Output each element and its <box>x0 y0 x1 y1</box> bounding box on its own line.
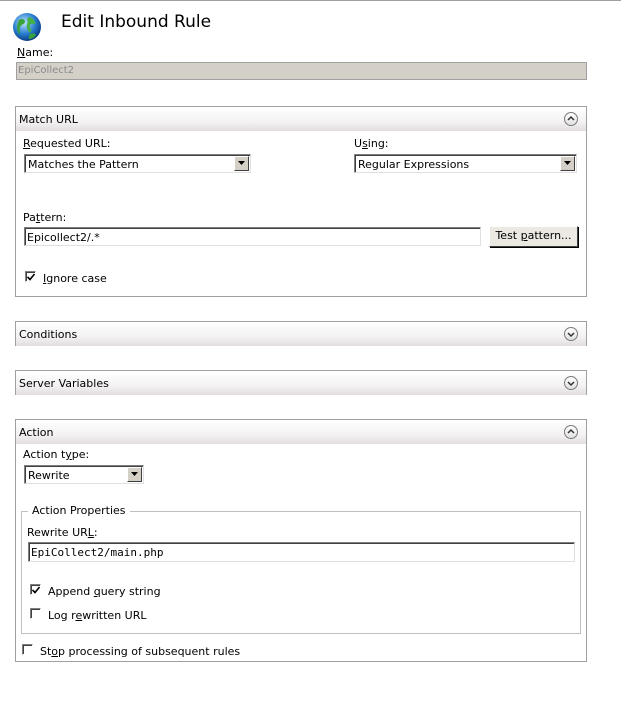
log-rewritten-url-checkbox[interactable] <box>30 608 41 619</box>
action-header[interactable]: Action <box>16 420 586 444</box>
dropdown-arrow-icon[interactable] <box>127 467 142 482</box>
match-url-header[interactable]: Match URL <box>16 107 586 131</box>
action-panel: Action Action type: Rewrite Action Prope… <box>15 419 587 662</box>
ignore-case-checkbox[interactable] <box>25 271 36 282</box>
name-field[interactable]: EpiCollect2 <box>16 62 587 80</box>
server-variables-panel[interactable]: Server Variables <box>15 370 587 395</box>
requested-url-label: Requested URL: <box>23 137 111 150</box>
collapse-chevron-icon[interactable] <box>564 425 578 439</box>
action-type-label: Action type: <box>23 448 90 461</box>
pattern-input[interactable]: Epicollect2/.* <box>24 227 481 246</box>
requested-url-select[interactable]: Matches the Pattern <box>24 154 251 173</box>
name-label: Name: <box>17 46 54 59</box>
rewrite-url-label: Rewrite URL: <box>27 526 98 539</box>
append-query-string-checkbox[interactable] <box>30 584 41 595</box>
pattern-label: Pattern: <box>23 211 67 224</box>
stop-processing-checkbox[interactable] <box>22 644 33 655</box>
checkmark-icon <box>32 586 40 594</box>
action-type-select[interactable]: Rewrite <box>24 465 144 484</box>
action-properties-group: Action Properties Rewrite URL: EpiCollec… <box>21 504 581 634</box>
expand-chevron-icon[interactable] <box>564 376 578 390</box>
match-url-panel: Match URL Requested URL: Matches the Pat… <box>15 106 587 297</box>
stop-processing-label[interactable]: Stop processing of subsequent rules <box>40 645 240 658</box>
expand-chevron-icon[interactable] <box>564 327 578 341</box>
conditions-header[interactable]: Conditions <box>16 322 586 346</box>
action-title: Action <box>19 426 54 439</box>
dropdown-arrow-icon[interactable] <box>234 156 249 171</box>
ignore-case-label[interactable]: Ignore case <box>43 272 107 285</box>
page-title: Edit Inbound Rule <box>61 12 212 32</box>
test-pattern-button[interactable]: Test pattern... <box>489 226 578 247</box>
rewrite-url-input[interactable]: EpiCollect2/main.php <box>28 542 575 562</box>
append-query-string-label[interactable]: Append query string <box>48 585 161 598</box>
conditions-title: Conditions <box>19 328 78 341</box>
using-select[interactable]: Regular Expressions <box>354 154 577 173</box>
dropdown-arrow-icon[interactable] <box>560 156 575 171</box>
server-variables-title: Server Variables <box>19 377 109 390</box>
log-rewritten-url-label[interactable]: Log rewritten URL <box>48 609 146 622</box>
using-label: Using: <box>354 137 389 150</box>
action-properties-legend: Action Properties <box>28 504 130 517</box>
server-variables-header[interactable]: Server Variables <box>16 371 586 395</box>
checkmark-icon <box>27 273 35 281</box>
collapse-chevron-icon[interactable] <box>564 112 578 126</box>
window-top-border <box>0 0 621 1</box>
globe-icon <box>12 12 42 42</box>
conditions-panel[interactable]: Conditions <box>15 321 587 346</box>
match-url-title: Match URL <box>19 113 78 126</box>
